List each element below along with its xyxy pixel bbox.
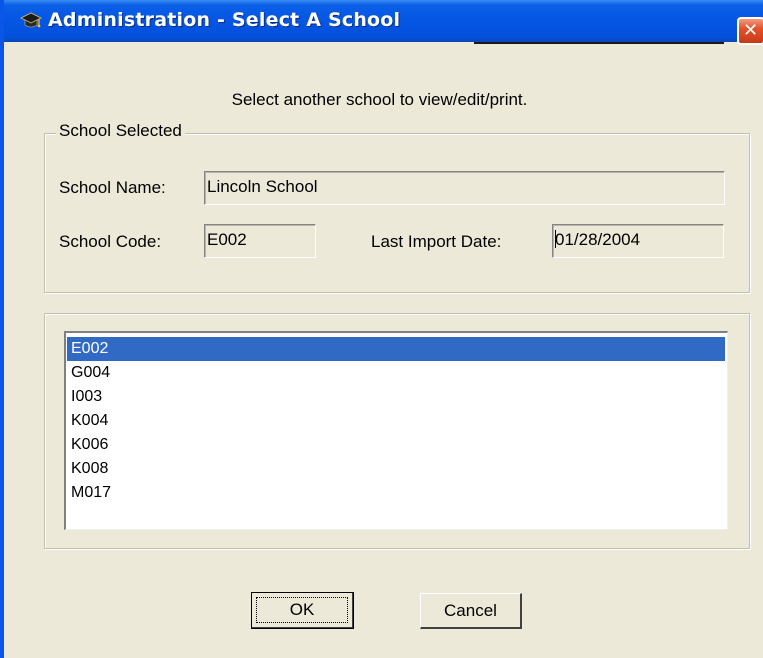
list-item[interactable]: M017 — [67, 481, 725, 505]
school-name-value: Lincoln School — [207, 177, 318, 196]
close-button[interactable]: ✕ — [737, 17, 763, 45]
graduation-cap-icon — [20, 12, 42, 30]
instruction-text: Select another school to view/edit/print… — [231, 90, 528, 109]
list-item[interactable]: K006 — [67, 433, 725, 457]
close-icon: ✕ — [743, 20, 759, 41]
list-item[interactable]: G004 — [67, 361, 725, 385]
school-name-label: School Name: — [59, 178, 166, 197]
school-selected-group — [44, 133, 750, 293]
school-name-field: Lincoln School — [204, 171, 725, 205]
cancel-button-label: Cancel — [444, 601, 497, 620]
window-title: Administration - Select A School — [48, 9, 401, 31]
title-divider — [474, 42, 724, 44]
last-import-value: 01/28/2004 — [555, 230, 641, 249]
school-code-value: E002 — [207, 230, 247, 249]
list-item[interactable]: I003 — [67, 385, 725, 409]
list-item[interactable]: E002 — [67, 337, 725, 361]
group-legend: School Selected — [56, 121, 185, 141]
school-code-label: School Code: — [59, 232, 162, 251]
school-listbox[interactable]: E002 G004 I003 K004 K006 K008 M017 — [64, 331, 728, 530]
list-item[interactable]: K008 — [67, 457, 725, 481]
cancel-button[interactable]: Cancel — [420, 593, 522, 629]
last-import-label: Last Import Date: — [371, 232, 502, 251]
ok-button[interactable]: OK — [251, 592, 354, 629]
school-code-field: E002 — [204, 224, 316, 258]
focus-rectangle — [256, 597, 348, 623]
list-item[interactable]: K004 — [67, 409, 725, 433]
title-bar[interactable]: Administration - Select A School ✕ — [4, 0, 763, 45]
last-import-field[interactable]: 01/28/2004 — [552, 224, 724, 258]
